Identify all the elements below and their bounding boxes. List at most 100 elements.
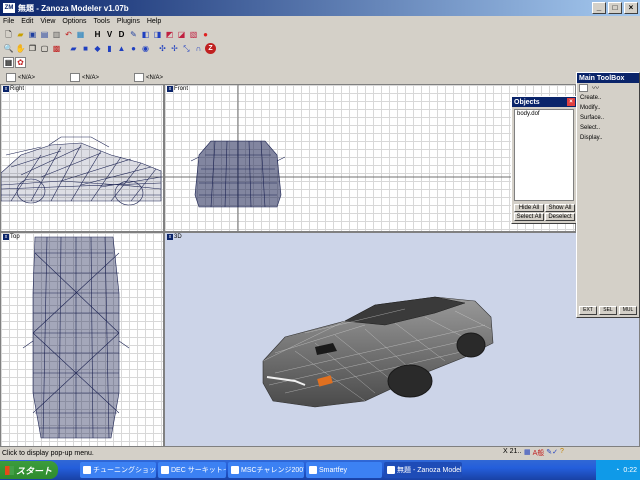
start-label: スタート — [16, 465, 53, 476]
hide-all-button[interactable]: Hide All — [514, 204, 544, 212]
menu-view[interactable]: View — [40, 18, 55, 25]
close-icon[interactable]: × — [567, 98, 575, 106]
window-title: 無題 - Zanoza Modeler v1.07b — [18, 3, 129, 13]
cube-d-icon[interactable]: ◪ — [176, 29, 187, 40]
menu-plugins[interactable]: Plugins — [117, 18, 140, 25]
undo-icon[interactable]: ↶ — [63, 29, 74, 40]
new-icon[interactable]: 🗋 — [3, 29, 14, 40]
paste-icon[interactable]: ▢ — [39, 43, 50, 54]
viewport-right[interactable]: x Right — [0, 84, 164, 232]
na-selector-2[interactable]: <N/A> — [70, 72, 99, 83]
select-icon[interactable]: ▰ — [68, 43, 79, 54]
grid-icon[interactable]: ▩ — [51, 43, 62, 54]
list-item[interactable]: body.dof — [517, 111, 571, 117]
box-icon[interactable]: ■ — [80, 43, 91, 54]
sel-button[interactable]: SEL — [599, 306, 617, 315]
redo-icon[interactable]: ▦ — [75, 29, 86, 40]
ime-help-icon[interactable]: ? — [560, 448, 564, 458]
status-bar: Click to display pop-up menu. X 21.. ▦ A… — [0, 447, 640, 459]
car-3d-render — [262, 296, 494, 408]
ime-toolbar[interactable]: ▦ A般 ✎✓ ? — [524, 448, 564, 458]
taskbar-item[interactable]: DEC サーキットイベント... — [158, 462, 226, 478]
sphere-icon[interactable]: ● — [128, 43, 139, 54]
v-icon[interactable]: V — [104, 29, 115, 40]
cube-c-icon[interactable]: ◩ — [164, 29, 175, 40]
menu-help[interactable]: Help — [147, 18, 161, 25]
zmod-app-icon: ZM — [3, 3, 15, 13]
viewport-icon[interactable]: ▦ — [3, 57, 14, 68]
deselect-button[interactable]: Deselect — [545, 213, 575, 221]
save-as-icon[interactable]: ▤ — [39, 29, 50, 40]
mul-button[interactable]: MUL — [619, 306, 637, 315]
save-icon[interactable]: ▣ — [27, 29, 38, 40]
save-all-icon[interactable]: ▥ — [51, 29, 62, 40]
car-top-wireframe — [22, 236, 130, 439]
toolbox-item-create[interactable]: Create.. — [577, 93, 639, 103]
ime-tools-icon[interactable]: ✎✓ — [546, 448, 558, 458]
title-bar: ZM 無題 - Zanoza Modeler v1.07b _ □ × — [0, 0, 640, 16]
toolbox-wave-icon[interactable]: 〰 — [592, 83, 599, 93]
cone-icon[interactable]: ▲ — [116, 43, 127, 54]
toolbox-tab-icon[interactable] — [579, 84, 588, 92]
viewport-top[interactable]: x Top — [0, 232, 164, 447]
toolbox-item-surface[interactable]: Surface.. — [577, 113, 639, 123]
pan-icon[interactable]: ✋ — [15, 43, 26, 54]
magnet-icon[interactable]: ∩ — [193, 43, 204, 54]
network-icon[interactable]: ◔ — [615, 467, 619, 474]
scale-icon[interactable]: ⤡ — [181, 43, 192, 54]
menu-edit[interactable]: Edit — [21, 18, 33, 25]
z-icon[interactable]: Z — [205, 43, 216, 54]
show-all-button[interactable]: Show All — [545, 204, 575, 212]
ime-icon[interactable]: ▦ — [524, 448, 531, 458]
app-icon — [309, 466, 317, 474]
torus-icon[interactable]: ◉ — [140, 43, 151, 54]
toolbar-modeling: 🔍 ✋ ❐ ▢ ▩ ▰ ■ ◆ ▮ ▲ ● ◉ ✣ ✢ ⤡ ∩ Z — [0, 42, 640, 55]
viewport-3d[interactable]: x 3D — [164, 232, 640, 447]
cube-icon[interactable]: ◆ — [92, 43, 103, 54]
viewport-3d-label: 3D — [174, 234, 182, 240]
toolbar-file: 🗋 ▰ ▣ ▤ ▥ ↶ ▦ H V D ✎ ◧ ◨ ◩ ◪ ▧ ● — [0, 28, 640, 41]
edit-icon[interactable]: ✎ — [128, 29, 139, 40]
toolbox-item-select[interactable]: Select.. — [577, 123, 639, 133]
open-icon[interactable]: ▰ — [15, 29, 26, 40]
objects-panel-title: Objects — [514, 98, 540, 106]
cube-a-icon[interactable]: ◧ — [140, 29, 151, 40]
menu-file[interactable]: File — [3, 18, 14, 25]
cylinder-icon[interactable]: ▮ — [104, 43, 115, 54]
na-selector-1[interactable]: <N/A> — [6, 72, 35, 83]
toolbox-item-modify[interactable]: Modify.. — [577, 103, 639, 113]
sphere-icon[interactable]: ● — [200, 29, 211, 40]
viewport-close-icon[interactable]: x — [167, 234, 173, 240]
rotate-icon[interactable]: ✢ — [169, 43, 180, 54]
close-button[interactable]: × — [624, 2, 638, 14]
main-toolbox: Main ToolBox 〰 Create.. Modify.. Surface… — [576, 72, 640, 318]
na-selector-3[interactable]: <N/A> — [134, 72, 163, 83]
windows-logo-icon — [5, 465, 14, 475]
ime-mode-icon[interactable]: A般 — [533, 448, 545, 458]
minimize-button[interactable]: _ — [592, 2, 606, 14]
select-all-button[interactable]: Select All — [514, 213, 544, 221]
copy-icon[interactable]: ❐ — [27, 43, 38, 54]
zmod-app-icon — [387, 466, 395, 474]
ie-icon — [231, 466, 239, 474]
toolbox-item-display[interactable]: Display.. — [577, 133, 639, 143]
menu-options[interactable]: Options — [62, 18, 86, 25]
maximize-button[interactable]: □ — [608, 2, 622, 14]
taskbar-item[interactable]: Smartfey — [306, 462, 382, 478]
h-icon[interactable]: H — [92, 29, 103, 40]
taskbar-item[interactable]: MSCチャレンジ2007 耐... — [228, 462, 304, 478]
cube-b-icon[interactable]: ◨ — [152, 29, 163, 40]
ext-button[interactable]: EXT — [579, 306, 597, 315]
menu-tools[interactable]: Tools — [94, 18, 110, 25]
objects-list[interactable]: body.dof — [514, 109, 574, 201]
d-icon[interactable]: D — [116, 29, 127, 40]
start-button[interactable]: スタート — [0, 461, 58, 479]
zoom-icon[interactable]: 🔍 — [3, 43, 14, 54]
cube-e-icon[interactable]: ▧ — [188, 29, 199, 40]
taskbar-item-active[interactable]: 無題 - Zanoza Model... — [384, 462, 462, 478]
move-icon[interactable]: ✣ — [157, 43, 168, 54]
ie-icon — [161, 466, 169, 474]
light-icon[interactable]: ✿ — [15, 57, 26, 68]
taskbar-item[interactable]: チューニングショップ カ... — [80, 462, 156, 478]
clock: 0:22 — [623, 466, 637, 474]
